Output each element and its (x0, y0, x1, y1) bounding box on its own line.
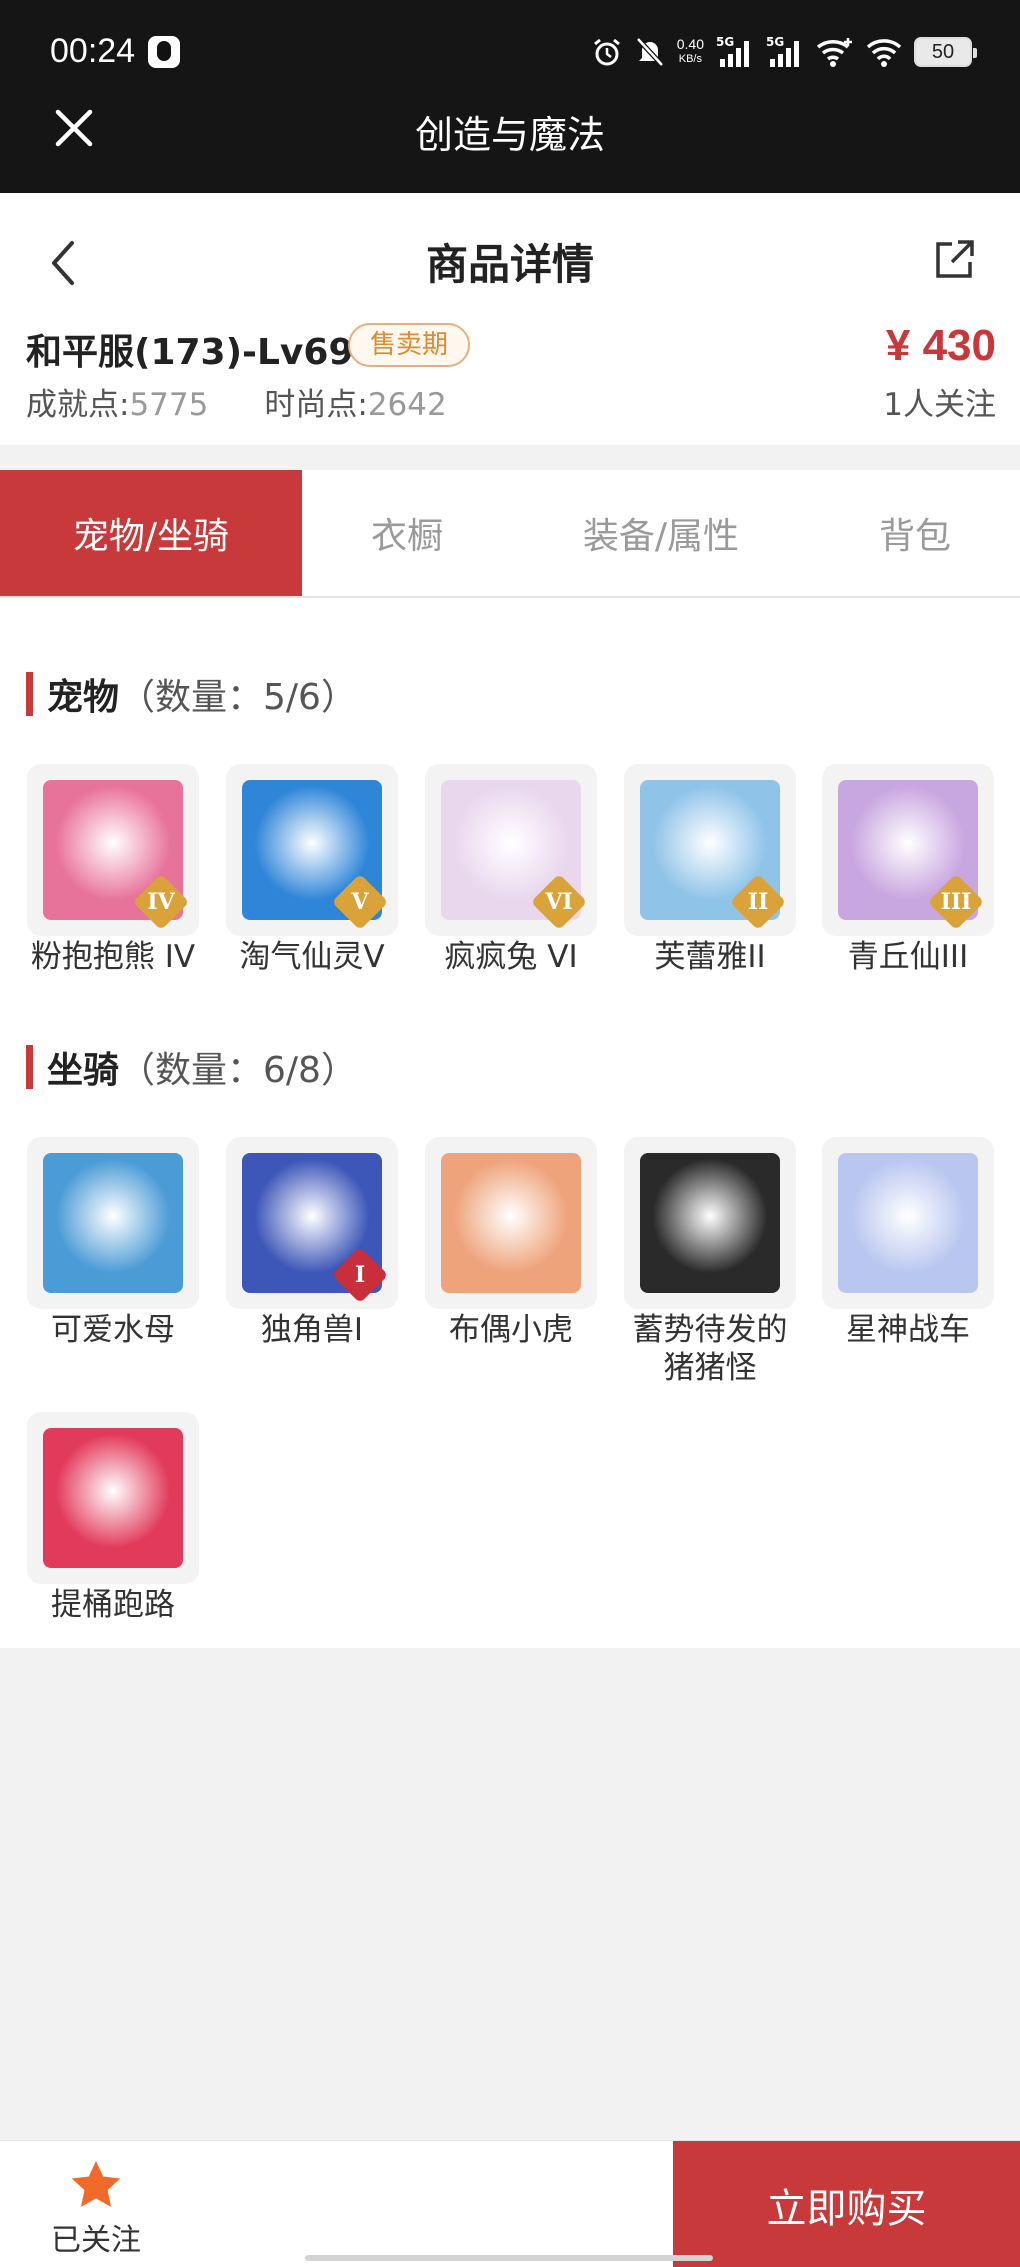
mount-item[interactable]: 布偶小虎 (425, 1137, 597, 1349)
rank-badge-icon: II (729, 873, 787, 931)
item-thumbnail: VI (425, 764, 597, 936)
item-thumbnail: V (226, 764, 398, 936)
star-icon (71, 2161, 121, 2207)
item-label: 提桶跑路 (51, 1587, 175, 1623)
rank-badge-icon: III (927, 873, 985, 931)
bottom-action-bar: 已关注 立即购买 (0, 2140, 1020, 2267)
wifi-icon (866, 39, 902, 67)
follow-button[interactable]: 已关注 (36, 2159, 156, 2259)
tab-equipment[interactable]: 装备/属性 (512, 470, 810, 596)
pet-item[interactable]: V 淘气仙灵V (226, 764, 398, 976)
item-label: 可爱水母 (51, 1312, 175, 1348)
alarm-icon (593, 38, 620, 66)
follow-label: 已关注 (51, 2223, 141, 2258)
item-label: 布偶小虎 (449, 1312, 573, 1348)
pet-item[interactable]: IV 粉抱抱熊 IV (27, 764, 199, 976)
signal-2: 5G (766, 35, 804, 69)
signal-bars-icon (720, 41, 749, 67)
follower-count: 1人关注 (883, 387, 996, 423)
star-horse-mount-icon (838, 1153, 978, 1293)
mount-item[interactable]: I 独角兽I (226, 1137, 398, 1349)
tab-bar: 宠物/坐骑 衣橱 装备/属性 背包 (0, 470, 1020, 598)
fashion-points: 时尚点:2642 (264, 387, 447, 423)
item-thumbnail: I (226, 1137, 398, 1309)
pets-section-title: 宠物 （数量：5/6） (26, 668, 357, 720)
wifi-plus-icon (816, 38, 852, 67)
app-title: 创造与魔法 (414, 113, 605, 157)
product-stats: 成就点:5775 时尚点:2642 (26, 379, 447, 424)
item-label: 芙蕾雅II (654, 939, 766, 975)
bucket-mount-icon (43, 1428, 183, 1568)
mount-item[interactable]: 提桶跑路 (27, 1412, 199, 1624)
net-speed: 0.40 KB/s (676, 36, 704, 66)
signal-1: 5G (716, 35, 754, 69)
signal-bars-icon (770, 41, 799, 67)
status-time: 00:24 (50, 32, 136, 70)
item-thumbnail (624, 1137, 796, 1309)
mount-item[interactable]: 蓄势待发的 猪猪怪 (624, 1137, 796, 1387)
status-badge: 售卖期 (348, 323, 471, 367)
status-icons: 0.40 KB/s 5G 5G 50 (591, 30, 977, 74)
battery-icon: 50 (914, 37, 977, 67)
mount-item[interactable]: 可爱水母 (27, 1137, 199, 1349)
product-header: 商品详情 和平服(173)-Lv69 售卖期 ¥ 430 成就点:5775 时尚… (0, 193, 1020, 445)
item-thumbnail: II (624, 764, 796, 936)
item-label: 粉抱抱熊 IV (30, 939, 196, 975)
share-icon[interactable] (932, 238, 976, 282)
qq-notification-icon (148, 36, 180, 68)
mount-item[interactable]: 星神战车 (822, 1137, 994, 1349)
tab-wardrobe[interactable]: 衣橱 (302, 470, 512, 596)
jellyfish-mount-icon (43, 1153, 183, 1293)
tiger-doll-mount-icon (441, 1153, 581, 1293)
rank-badge-icon: V (331, 873, 389, 931)
section-marker (26, 1045, 33, 1089)
top-bar: 00:24 0.40 KB/s 5G 5G 50 创造与魔法 (0, 0, 1020, 193)
item-thumbnail (27, 1137, 199, 1309)
item-label: 星神战车 (846, 1312, 970, 1348)
section-marker (26, 672, 33, 716)
pet-item[interactable]: III 青丘仙III (822, 764, 994, 976)
rank-badge-icon: IV (132, 873, 190, 931)
item-thumbnail (822, 1137, 994, 1309)
pet-item[interactable]: VI 疯疯兔 VI (425, 764, 597, 976)
black-pig-mount-icon (640, 1153, 780, 1293)
product-name: 和平服(173)-Lv69 (26, 332, 354, 373)
home-indicator (305, 2255, 713, 2261)
mounts-section-title: 坐骑 （数量：6/8） (26, 1041, 357, 1093)
buy-now-button[interactable]: 立即购买 (673, 2141, 1020, 2267)
item-thumbnail: IV (27, 764, 199, 936)
tab-backpack[interactable]: 背包 (810, 470, 1020, 596)
item-label: 独角兽I (260, 1312, 364, 1348)
item-thumbnail (425, 1137, 597, 1309)
product-price: ¥ 430 (885, 321, 996, 370)
item-label: 淘气仙灵V (239, 939, 385, 975)
mute-bell-icon (635, 37, 664, 67)
rank-badge-icon: VI (530, 873, 588, 931)
page-title: 商品详情 (425, 240, 594, 289)
item-label: 蓄势待发的 猪猪怪 (632, 1312, 788, 1386)
tab-pets-mounts[interactable]: 宠物/坐骑 (0, 470, 302, 596)
rank-badge-icon: I (331, 1246, 389, 1304)
item-label: 青丘仙III (847, 939, 969, 975)
pet-item[interactable]: II 芙蕾雅II (624, 764, 796, 976)
item-thumbnail: III (822, 764, 994, 936)
achievement-points: 成就点:5775 (26, 387, 209, 423)
pets-mounts-panel: 宠物 （数量：5/6） IV 粉抱抱熊 IV V 淘气仙灵V VI 疯疯兔 VI II 芙蕾雅… (0, 598, 1020, 1648)
item-label: 疯疯兔 VI (444, 939, 578, 975)
item-thumbnail (27, 1412, 199, 1584)
